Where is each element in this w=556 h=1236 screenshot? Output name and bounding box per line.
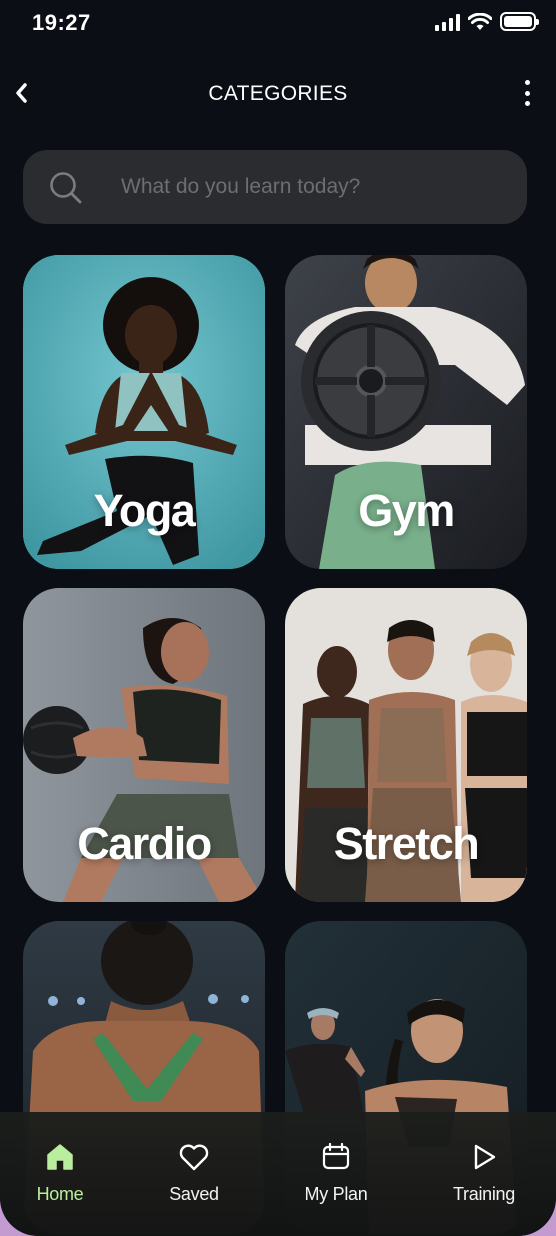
status-bar: 19:27: [0, 0, 556, 50]
page-title: CATEGORIES: [208, 82, 348, 105]
nav-item-home[interactable]: Home: [0, 1140, 120, 1205]
nav-item-my-plan[interactable]: My Plan: [276, 1140, 396, 1205]
bottom-navigation: Home Saved My Plan Training: [0, 1112, 556, 1236]
category-card-cardio[interactable]: Cardio: [23, 588, 265, 902]
nav-label: Saved: [169, 1184, 219, 1204]
header: CATEGORIES: [0, 70, 556, 116]
category-card-gym[interactable]: Gym: [285, 255, 527, 569]
cellular-signal-icon: [435, 13, 460, 31]
category-label: Cardio: [77, 818, 212, 869]
more-options-button[interactable]: [522, 80, 532, 106]
search-bar[interactable]: [23, 150, 527, 224]
nav-item-training[interactable]: Training: [424, 1140, 544, 1205]
nav-label: Home: [36, 1184, 84, 1204]
search-input[interactable]: [121, 150, 501, 224]
battery-icon: [500, 12, 539, 31]
search-icon: [50, 172, 82, 204]
nav-label: Training: [453, 1184, 515, 1204]
more-vertical-icon: [524, 80, 530, 85]
play-icon: [474, 1144, 496, 1170]
wifi-icon: [468, 12, 492, 30]
category-card-yoga[interactable]: Yoga: [23, 255, 265, 569]
category-label: Gym: [358, 485, 455, 536]
category-label: Stretch: [333, 818, 480, 869]
status-time: 19:27: [32, 10, 91, 35]
nav-item-saved[interactable]: Saved: [134, 1140, 254, 1205]
app-screen: 19:27 CATEGORIES What do you learn today…: [0, 0, 556, 1236]
nav-label: My Plan: [304, 1184, 368, 1204]
calendar-icon: [322, 1142, 350, 1170]
status-icons: [435, 12, 539, 31]
home-icon: [47, 1144, 73, 1170]
category-card-stretch[interactable]: Stretch: [285, 588, 527, 902]
heart-icon: [179, 1144, 209, 1171]
category-label: Yoga: [93, 485, 196, 536]
